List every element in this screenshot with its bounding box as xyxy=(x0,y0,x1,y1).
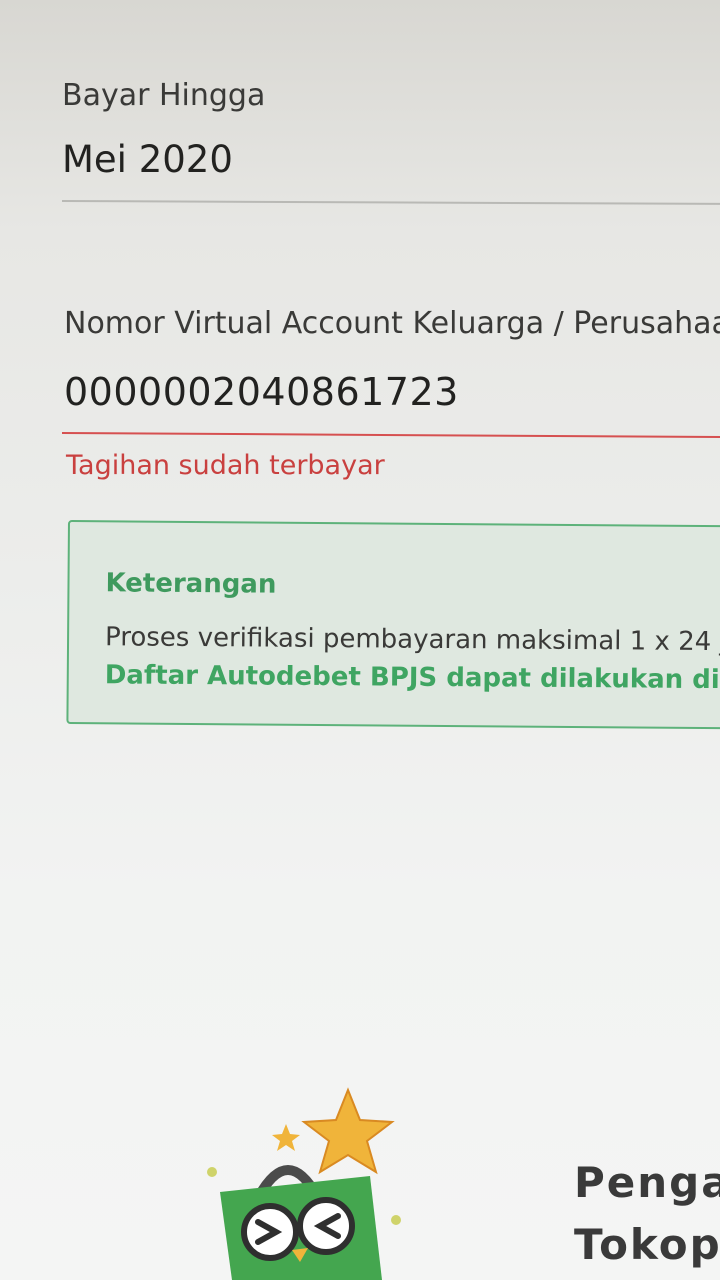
large-star-icon xyxy=(301,1087,395,1175)
divider xyxy=(61,200,720,206)
error-message: Tagihan sudah terbayar xyxy=(66,450,385,481)
small-star-icon xyxy=(272,1124,300,1151)
autodebet-link[interactable]: Daftar Autodebet BPJS dapat dilakukan di… xyxy=(105,660,720,695)
payment-until-value: Mei 2020 xyxy=(62,138,233,181)
bpjs-payment-status-screen: Bayar Hingga Mei 2020 Nomor Virtual Acco… xyxy=(0,0,720,1280)
virtual-account-input[interactable]: 0000002040861723 xyxy=(64,370,459,414)
footer-heading-line2: Tokope xyxy=(574,1220,720,1269)
payment-until-label: Bayar Hingga xyxy=(62,78,266,113)
virtual-account-label: Nomor Virtual Account Keluarga / Perusah… xyxy=(64,306,720,341)
input-underline-error xyxy=(61,432,720,439)
tokopedia-owl-mascot-icon xyxy=(207,1087,401,1280)
info-box-title: Keterangan xyxy=(105,568,277,600)
info-box: Keterangan Proses verifikasi pembayaran … xyxy=(66,520,720,730)
info-box-text: Proses verifikasi pembayaran maksimal 1 … xyxy=(104,622,720,658)
footer-heading-line1: Pengal xyxy=(574,1158,720,1207)
